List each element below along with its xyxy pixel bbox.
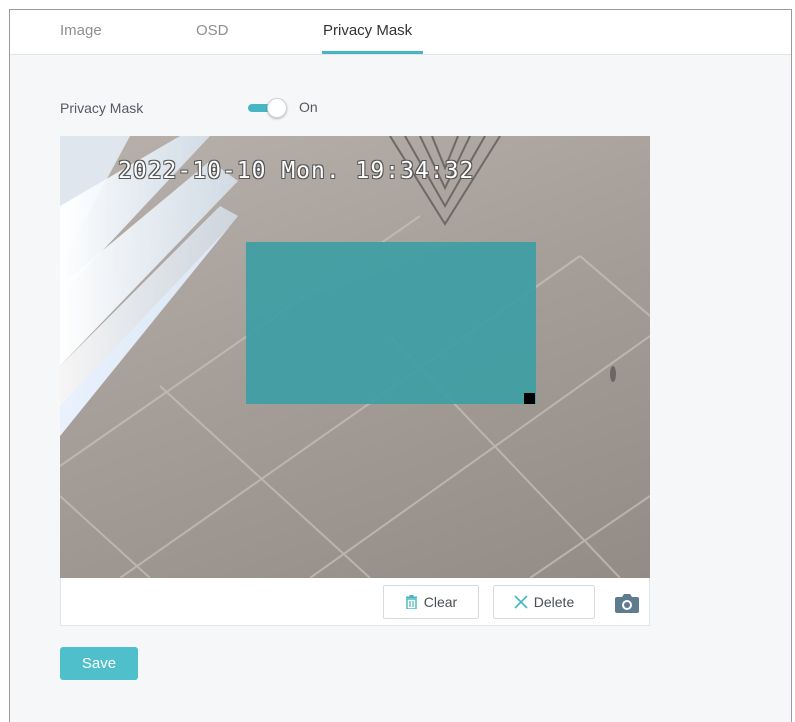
toggle-knob [267,98,287,118]
snapshot-button[interactable] [614,592,640,614]
osd-timestamp: 2022-10-10 Mon. 19:34:32 [118,158,475,184]
close-icon [514,595,528,609]
mask-resize-handle[interactable] [524,393,535,404]
trash-icon [405,595,417,609]
delete-button-label: Delete [533,594,575,610]
active-tab-indicator [322,51,423,54]
privacy-mask-area[interactable] [246,242,536,404]
mask-toolbar: Clear Delete [60,578,650,626]
tab-bar: Image OSD Privacy Mask [10,10,791,55]
toggle-state-text: On [299,99,318,115]
clear-button[interactable]: Clear [383,585,479,619]
tab-privacy-mask[interactable]: Privacy Mask [323,22,412,39]
clear-button-label: Clear [423,594,458,610]
privacy-mask-toggle[interactable] [248,98,287,118]
video-preview[interactable]: 2022-10-10 Mon. 19:34:32 [60,136,650,578]
delete-button[interactable]: Delete [493,585,595,619]
privacy-mask-label: Privacy Mask [60,100,144,116]
tab-image[interactable]: Image [60,22,102,39]
tab-osd[interactable]: OSD [196,22,229,39]
privacy-mask-page: Image OSD Privacy Mask Privacy Mask On 2… [9,9,792,722]
camera-icon [615,594,639,613]
save-button[interactable]: Save [60,647,138,680]
